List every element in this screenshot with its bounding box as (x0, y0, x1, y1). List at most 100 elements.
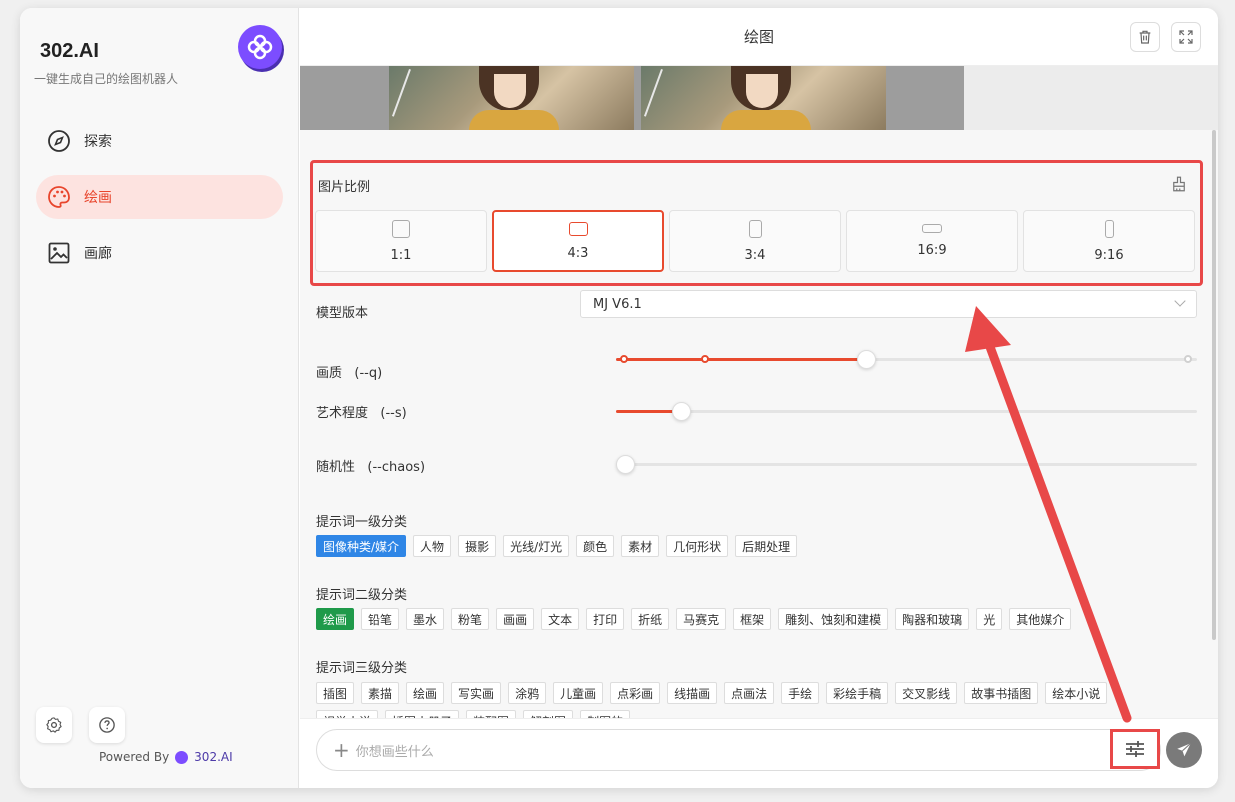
tag-chip[interactable]: 马赛克 (676, 608, 727, 630)
tag-chip[interactable]: 雕刻、蚀刻和建模 (778, 608, 889, 630)
tag-chip[interactable]: 光 (976, 608, 1003, 630)
level2-title: 提示词二级分类 (316, 588, 408, 603)
tag-chip[interactable]: 摄影 (458, 535, 497, 557)
nav-item-label: 绘画 (84, 190, 112, 206)
tag-chip[interactable]: 点彩画 (610, 682, 661, 704)
brush-icon (1173, 176, 1185, 192)
tag-chip[interactable]: 颜色 (576, 535, 615, 557)
ratio-option-16-9[interactable]: 16:9 (846, 210, 1018, 272)
tag-chip[interactable]: 儿童画 (553, 682, 604, 704)
tag-chip[interactable]: 框架 (733, 608, 772, 630)
tag-chip[interactable]: 素描 (361, 682, 400, 704)
tag-chip[interactable]: 素材 (621, 535, 660, 557)
tag-chip[interactable]: 折纸 (631, 608, 670, 630)
powered-by: Powered By 302.AI (99, 750, 233, 764)
tag-chip[interactable]: 粉笔 (451, 608, 490, 630)
preview-side-area (964, 66, 1218, 130)
tag-chip[interactable]: 后期处理 (735, 535, 798, 557)
generated-image-thumbnail[interactable] (641, 66, 886, 130)
ratio-option-1-1[interactable]: 1:1 (315, 210, 487, 272)
level1-title: 提示词一级分类 (316, 515, 408, 530)
tag-chip[interactable]: 线描画 (667, 682, 718, 704)
quality-slider[interactable] (616, 350, 1197, 369)
model-version-label: 模型版本 (316, 306, 369, 321)
prompt-input[interactable]: + 你想画些什么 (316, 729, 1161, 771)
brand-subtitle: 一键生成自己的绘图机器人 (34, 72, 179, 86)
tag-chip[interactable]: 绘本小说 (1045, 682, 1108, 704)
sliders-icon (1126, 741, 1144, 757)
app-window: 302.AI 一键生成自己的绘图机器人 探索 绘画 画廊 Powered By … (20, 8, 1218, 788)
powered-by-label: Powered By (99, 750, 170, 764)
stylize-label: 艺术程度 (--s) (316, 406, 407, 421)
settings-gear-button[interactable] (36, 707, 72, 743)
chaos-slider[interactable] (616, 455, 1197, 474)
tag-chip[interactable]: 手绘 (781, 682, 820, 704)
nav-item-gallery[interactable]: 画廊 (36, 231, 283, 275)
sidebar: 302.AI 一键生成自己的绘图机器人 探索 绘画 画廊 Powered By … (20, 8, 299, 788)
send-icon (1177, 742, 1192, 757)
composer-bar: + 你想画些什么 (300, 718, 1218, 788)
help-icon (99, 717, 115, 733)
tag-chip[interactable]: 光线/灯光 (503, 535, 570, 557)
tag-chip[interactable]: 画画 (496, 608, 535, 630)
tag-chip[interactable]: 文本 (541, 608, 580, 630)
level1-tags: 图像种类/媒介 人物 摄影 光线/灯光 颜色 素材 几何形状 后期处理 (316, 535, 798, 557)
send-button[interactable] (1166, 732, 1202, 768)
ratio-option-9-16[interactable]: 9:16 (1023, 210, 1195, 272)
quality-slider-handle[interactable] (857, 350, 876, 369)
ratio-label: 16:9 (917, 243, 947, 258)
compass-icon (46, 128, 72, 154)
tag-chip[interactable]: 插图 (316, 682, 355, 704)
tag-chip[interactable]: 铅笔 (361, 608, 400, 630)
image-preview-strip (300, 66, 1218, 130)
ratio-label: 4:3 (567, 245, 589, 261)
tag-chip[interactable]: 墨水 (406, 608, 445, 630)
quality-label: 画质 (--q) (316, 366, 383, 381)
tag-chip[interactable]: 交叉影线 (895, 682, 958, 704)
nav-item-explore[interactable]: 探索 (36, 119, 283, 163)
tag-chip[interactable]: 绘画 (316, 608, 355, 630)
delete-button[interactable] (1130, 22, 1160, 52)
plus-icon[interactable]: + (333, 738, 350, 762)
tag-chip[interactable]: 写实画 (451, 682, 502, 704)
tag-chip[interactable]: 图像种类/媒介 (316, 535, 407, 557)
tag-chip[interactable]: 故事书插图 (964, 682, 1039, 704)
brand-title: 302.AI (40, 40, 99, 62)
tag-chip[interactable]: 彩绘手稿 (826, 682, 889, 704)
image-icon (46, 240, 72, 266)
fullscreen-button[interactable] (1171, 22, 1201, 52)
tag-chip[interactable]: 打印 (586, 608, 625, 630)
model-version-value: MJ V6.1 (593, 296, 642, 312)
clover-logo-icon (247, 34, 273, 60)
ratio-label: 9:16 (1094, 247, 1124, 263)
ratio-option-3-4[interactable]: 3:4 (669, 210, 841, 272)
stylize-slider-handle[interactable] (672, 402, 691, 421)
tag-chip[interactable]: 绘画 (406, 682, 445, 704)
page-title: 绘图 (743, 28, 774, 46)
chaos-label: 随机性 (--chaos) (316, 460, 426, 475)
tag-chip[interactable]: 涂鸦 (508, 682, 547, 704)
tag-chip[interactable]: 点画法 (724, 682, 775, 704)
generated-image-thumbnail[interactable] (389, 66, 634, 130)
panel-scrollbar[interactable] (1212, 130, 1216, 640)
header: 绘图 (300, 8, 1218, 66)
portrait-shape-icon (748, 219, 762, 238)
tag-chip[interactable]: 几何形状 (666, 535, 729, 557)
tall-shape-icon (1104, 219, 1114, 238)
nav-item-paint[interactable]: 绘画 (36, 175, 283, 219)
wide-shape-icon (922, 224, 942, 233)
help-button[interactable] (89, 707, 125, 743)
tag-chip[interactable]: 其他媒介 (1009, 608, 1072, 630)
ratio-option-4-3[interactable]: 4:3 (492, 210, 664, 272)
expand-icon (1179, 30, 1193, 44)
tag-chip[interactable]: 人物 (413, 535, 452, 557)
parameter-settings-button[interactable] (1110, 729, 1160, 769)
chaos-slider-handle[interactable] (616, 455, 635, 474)
aspect-ratio-title: 图片比例 (318, 180, 371, 195)
tag-chip[interactable]: 陶器和玻璃 (895, 608, 970, 630)
brand-logo (238, 25, 282, 69)
stylize-slider[interactable] (616, 402, 1197, 421)
mini-logo-icon (175, 750, 189, 764)
model-version-select[interactable]: MJ V6.1 (580, 290, 1197, 318)
clear-brush-button[interactable] (1170, 175, 1188, 193)
